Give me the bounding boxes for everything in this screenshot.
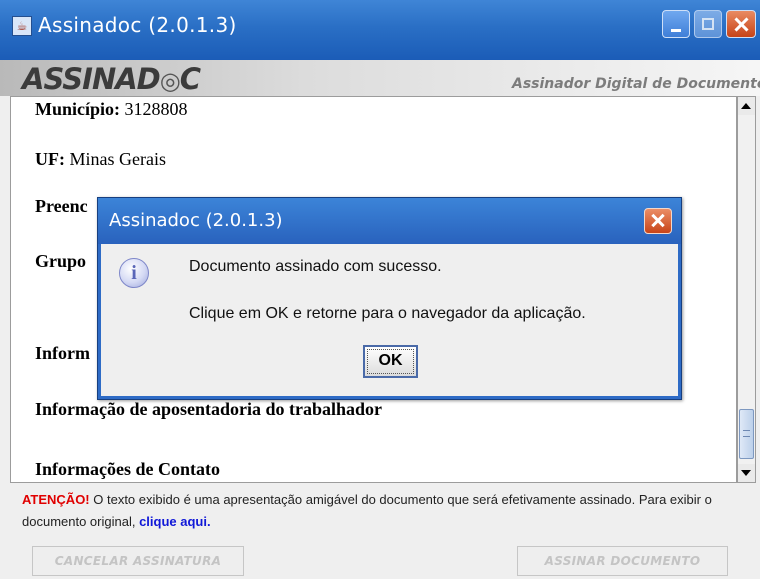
info-icon: i bbox=[119, 258, 149, 288]
notice-text: O texto exibido é uma apresentação amigá… bbox=[22, 492, 712, 529]
aposentadoria-heading: Informação de aposentadoria do trabalhad… bbox=[35, 399, 383, 419]
dialog-message-instruction: Clique em OK e retorne para o navegador … bbox=[189, 305, 586, 322]
preenchimento-heading: Preenc bbox=[35, 196, 88, 216]
close-button[interactable] bbox=[726, 10, 756, 38]
attention-notice: ATENÇÃO! O texto exibido é uma apresenta… bbox=[22, 489, 752, 533]
main-window: ☕ Assinadoc (2.0.1.3) ASSINAD◎C Assinado… bbox=[0, 0, 760, 579]
ok-button[interactable]: OK bbox=[363, 345, 418, 378]
cancel-signature-button[interactable]: CANCELAR ASSINATURA bbox=[32, 546, 244, 576]
dialog-body: i Documento assinado com sucesso. Clique… bbox=[101, 244, 678, 396]
java-cup-icon: ☕ bbox=[12, 16, 32, 36]
grupo-heading: Grupo bbox=[35, 251, 87, 271]
scroll-down-arrow-icon[interactable] bbox=[738, 464, 755, 482]
minimize-button[interactable] bbox=[662, 10, 690, 38]
vertical-scrollbar[interactable] bbox=[737, 96, 756, 483]
sign-document-button[interactable]: ASSINAR DOCUMENTO bbox=[517, 546, 728, 576]
scroll-up-arrow-icon[interactable] bbox=[738, 97, 755, 115]
informacoes-heading: Inform bbox=[35, 343, 90, 363]
uf-row: UF: Minas Gerais bbox=[35, 149, 166, 169]
maximize-button[interactable] bbox=[694, 10, 722, 38]
window-title: Assinadoc (2.0.1.3) bbox=[38, 13, 237, 37]
dialog-title: Assinadoc (2.0.1.3) bbox=[109, 210, 283, 231]
scrollbar-thumb[interactable] bbox=[739, 409, 754, 459]
window-titlebar[interactable]: ☕ Assinadoc (2.0.1.3) bbox=[0, 0, 760, 60]
dialog-titlebar[interactable]: Assinadoc (2.0.1.3) bbox=[98, 198, 681, 244]
app-tagline: Assinador Digital de Documentos bbox=[512, 76, 760, 92]
dialog-close-button[interactable] bbox=[644, 208, 672, 234]
app-banner: ASSINAD◎C Assinador Digital de Documento… bbox=[0, 60, 760, 96]
contato-heading: Informações de Contato bbox=[35, 459, 220, 479]
municipio-row: Município: 3128808 bbox=[35, 99, 188, 119]
dialog-message-success: Documento assinado com sucesso. bbox=[189, 258, 442, 275]
assinadoc-logo: ASSINAD◎C bbox=[22, 62, 201, 96]
attention-label: ATENÇÃO! bbox=[22, 492, 90, 507]
success-dialog: Assinadoc (2.0.1.3) i Documento assinado… bbox=[97, 197, 682, 400]
view-original-link[interactable]: clique aqui. bbox=[139, 514, 211, 529]
